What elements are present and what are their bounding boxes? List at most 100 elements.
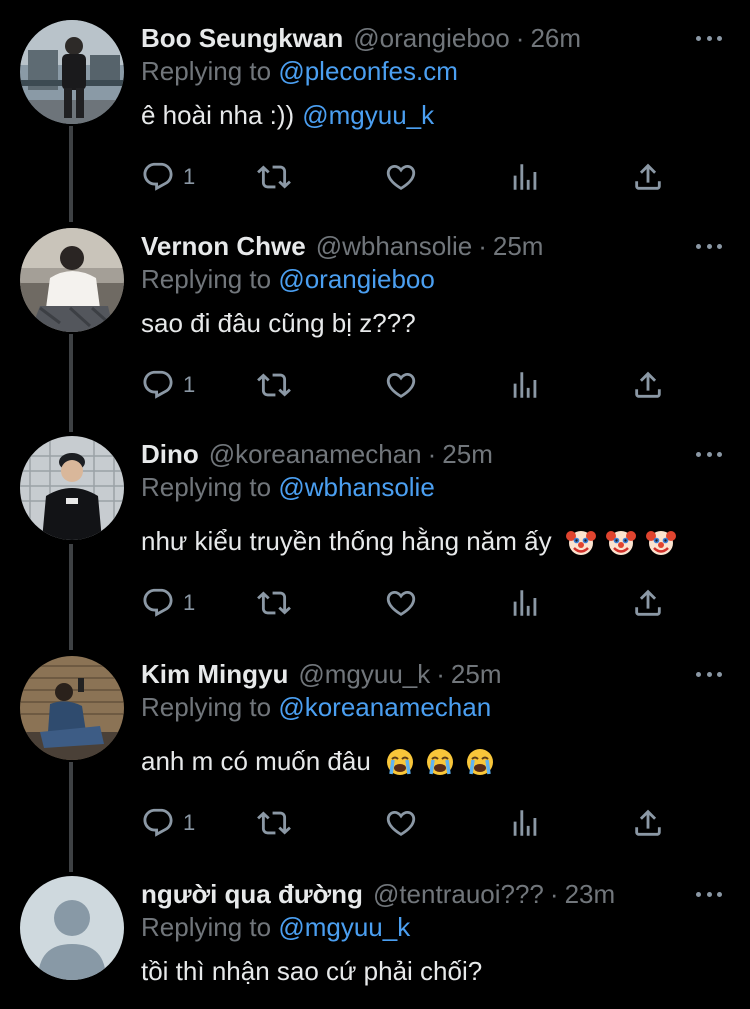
emoji-group (385, 747, 495, 777)
replying-to: Replying to @pleconfes.cm (141, 56, 458, 87)
reply-tweet[interactable]: Kim Mingyu @mgyuu_k · 25m Replying to @k… (0, 656, 750, 856)
view-stats-button[interactable] (508, 806, 542, 840)
user-handle[interactable]: @orangieboo (353, 23, 510, 54)
replying-to-mention[interactable]: @wbhansolie (278, 472, 434, 502)
timestamp[interactable]: 23m (565, 879, 616, 910)
action-bar: 1 (141, 586, 671, 626)
share-icon (631, 160, 665, 194)
user-handle[interactable]: @tentrauoi??? (373, 879, 544, 910)
tweet-header: Boo Seungkwan @orangieboo · 26m (141, 20, 581, 56)
share-icon (631, 806, 665, 840)
share-button[interactable] (631, 806, 665, 840)
replying-to-mention[interactable]: @koreanamechan (278, 692, 491, 722)
retweet-button[interactable] (257, 368, 291, 402)
retweet-button[interactable] (257, 160, 291, 194)
reply-button[interactable]: 1 (141, 160, 195, 194)
avatar[interactable] (20, 228, 124, 332)
reply-button[interactable]: 1 (141, 806, 195, 840)
user-handle[interactable]: @koreanamechan (209, 439, 422, 470)
view-stats-icon (508, 368, 542, 402)
more-options-icon[interactable] (696, 28, 722, 48)
retweet-button[interactable] (257, 586, 291, 620)
like-button[interactable] (384, 160, 418, 194)
reply-button[interactable]: 1 (141, 368, 195, 402)
replying-to-label: Replying to (141, 912, 272, 942)
avatar[interactable] (20, 436, 124, 540)
tweet-header: Kim Mingyu @mgyuu_k · 25m (141, 656, 502, 692)
view-stats-icon (508, 806, 542, 840)
replying-to-mention[interactable]: @orangieboo (278, 264, 435, 294)
user-handle[interactable]: @mgyuu_k (298, 659, 430, 690)
emoji-group (566, 527, 676, 557)
replying-to-label: Replying to (141, 692, 272, 722)
separator-dot: · (427, 438, 437, 469)
view-stats-button[interactable] (508, 368, 542, 402)
reply-icon (141, 160, 175, 194)
view-stats-button[interactable] (508, 586, 542, 620)
user-handle[interactable]: @wbhansolie (316, 231, 472, 262)
display-name[interactable]: Dino (141, 439, 199, 470)
reply-tweet[interactable]: Dino @koreanamechan · 25m Replying to @w… (0, 436, 750, 636)
tweet-text: anh m có muốn đâu (141, 746, 495, 777)
share-button[interactable] (631, 586, 665, 620)
retweet-icon (257, 806, 291, 840)
timestamp[interactable]: 25m (451, 659, 502, 690)
tweet-header: Dino @koreanamechan · 25m (141, 436, 493, 472)
action-bar: 1 (141, 806, 671, 846)
like-icon (384, 368, 418, 402)
timestamp[interactable]: 25m (442, 439, 493, 470)
like-button[interactable] (384, 368, 418, 402)
share-button[interactable] (631, 160, 665, 194)
default-profile-icon (20, 876, 124, 980)
tweet-header: Vernon Chwe @wbhansolie · 25m (141, 228, 543, 264)
loudly-crying-emoji (465, 747, 495, 777)
view-stats-icon (508, 586, 542, 620)
separator-dot: · (478, 230, 487, 261)
retweet-button[interactable] (257, 806, 291, 840)
replying-to-mention[interactable]: @pleconfes.cm (278, 56, 458, 86)
avatar[interactable] (20, 656, 124, 760)
reply-tweet[interactable]: Vernon Chwe @wbhansolie · 25m Replying t… (0, 228, 750, 418)
retweet-icon (257, 368, 291, 402)
avatar[interactable] (20, 876, 124, 980)
tweet-text: như kiểu truyền thống hằng năm ấy (141, 526, 676, 557)
display-name[interactable]: người qua đường (141, 879, 363, 910)
reply-count: 1 (183, 810, 196, 835)
more-options-icon[interactable] (696, 884, 722, 904)
replying-to: Replying to @orangieboo (141, 264, 435, 295)
tweet-text-content: anh m có muốn đâu (141, 746, 371, 776)
like-button[interactable] (384, 586, 418, 620)
tweet-text: sao đi đâu cũng bị z??? (141, 308, 416, 339)
more-options-icon[interactable] (696, 664, 722, 684)
view-stats-icon (508, 160, 542, 194)
replying-to-label: Replying to (141, 264, 272, 294)
retweet-icon (257, 586, 291, 620)
avatar[interactable] (20, 20, 124, 124)
more-options-icon[interactable] (696, 444, 722, 464)
display-name[interactable]: Vernon Chwe (141, 231, 306, 262)
tweet-text-content: tồi thì nhận sao cứ phải chối? (141, 956, 483, 986)
share-button[interactable] (631, 368, 665, 402)
replying-to-mention[interactable]: @mgyuu_k (278, 912, 410, 942)
reply-icon (141, 586, 175, 620)
like-button[interactable] (384, 806, 418, 840)
reply-tweet[interactable]: Boo Seungkwan @orangieboo · 26m Replying… (0, 20, 750, 210)
replying-to-label: Replying to (141, 472, 272, 502)
more-options-icon[interactable] (696, 236, 722, 256)
replying-to: Replying to @koreanamechan (141, 692, 491, 723)
reply-button[interactable]: 1 (141, 586, 195, 620)
display-name[interactable]: Boo Seungkwan (141, 23, 343, 54)
text-mention[interactable]: @mgyuu_k (302, 100, 434, 131)
view-stats-button[interactable] (508, 160, 542, 194)
share-icon (631, 586, 665, 620)
reply-tweet[interactable]: người qua đường @tentrauoi??? · 23m Repl… (0, 876, 750, 1009)
timestamp[interactable]: 26m (530, 23, 581, 54)
timestamp[interactable]: 25m (493, 231, 544, 262)
loudly-crying-emoji (425, 747, 455, 777)
tweet-text: ê hoài nha :)) @mgyuu_k (141, 100, 434, 131)
tweet-header: người qua đường @tentrauoi??? · 23m (141, 876, 615, 912)
loudly-crying-emoji (385, 747, 415, 777)
replying-to: Replying to @mgyuu_k (141, 912, 410, 943)
reply-icon (141, 806, 175, 840)
display-name[interactable]: Kim Mingyu (141, 659, 288, 690)
